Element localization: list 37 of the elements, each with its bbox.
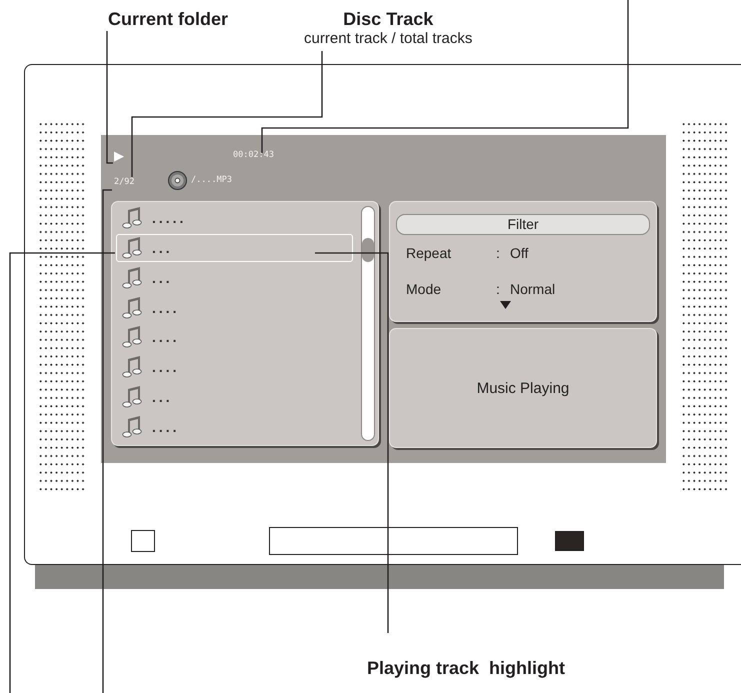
track-item[interactable]: ....: [116, 353, 353, 382]
play-indicator: ▶: [114, 148, 125, 162]
callout-label: Current folder: [108, 8, 228, 30]
disc-icon: [168, 170, 187, 190]
callout-note: current track / total tracks: [304, 30, 472, 48]
colon-separator: :: [496, 281, 501, 297]
filter-button[interactable]: Filter: [396, 214, 650, 235]
music-note-icon: [122, 356, 142, 378]
music-note-icon: [122, 296, 142, 319]
elapsed-time: 00:02:43: [233, 150, 274, 160]
music-note-icon: [122, 326, 142, 348]
music-note-icon: [122, 266, 142, 289]
track-item[interactable]: ...: [116, 383, 353, 412]
setting-value[interactable]: Normal: [510, 281, 556, 297]
power-button[interactable]: [131, 530, 155, 552]
down-arrow-icon[interactable]: [500, 301, 511, 309]
track-item[interactable]: ....: [116, 324, 353, 352]
track-item[interactable]: .....: [116, 204, 353, 232]
status-message: Music Playing: [476, 380, 570, 396]
callout-label: Playing track highlight: [367, 657, 566, 679]
track-item[interactable]: ....: [116, 413, 353, 441]
music-note-icon: [122, 416, 142, 438]
track-counter: 2/92: [114, 177, 134, 187]
colon-separator: :: [496, 245, 501, 261]
music-note-icon: [122, 206, 142, 229]
folder-path: /....MP3: [191, 175, 232, 185]
setting-label: Mode: [406, 281, 442, 297]
music-note-icon: [122, 386, 142, 408]
sensor-window: [555, 531, 584, 551]
setting-label: Repeat: [406, 245, 452, 261]
music-note-icon: [122, 236, 142, 259]
scrollbar[interactable]: [361, 206, 375, 441]
track-item[interactable]: ....: [116, 294, 353, 322]
track-item[interactable]: ...: [116, 264, 353, 292]
setting-value[interactable]: Off: [510, 245, 528, 261]
track-item[interactable]: ...: [116, 234, 353, 262]
callout-label: Disc Track: [343, 8, 434, 30]
